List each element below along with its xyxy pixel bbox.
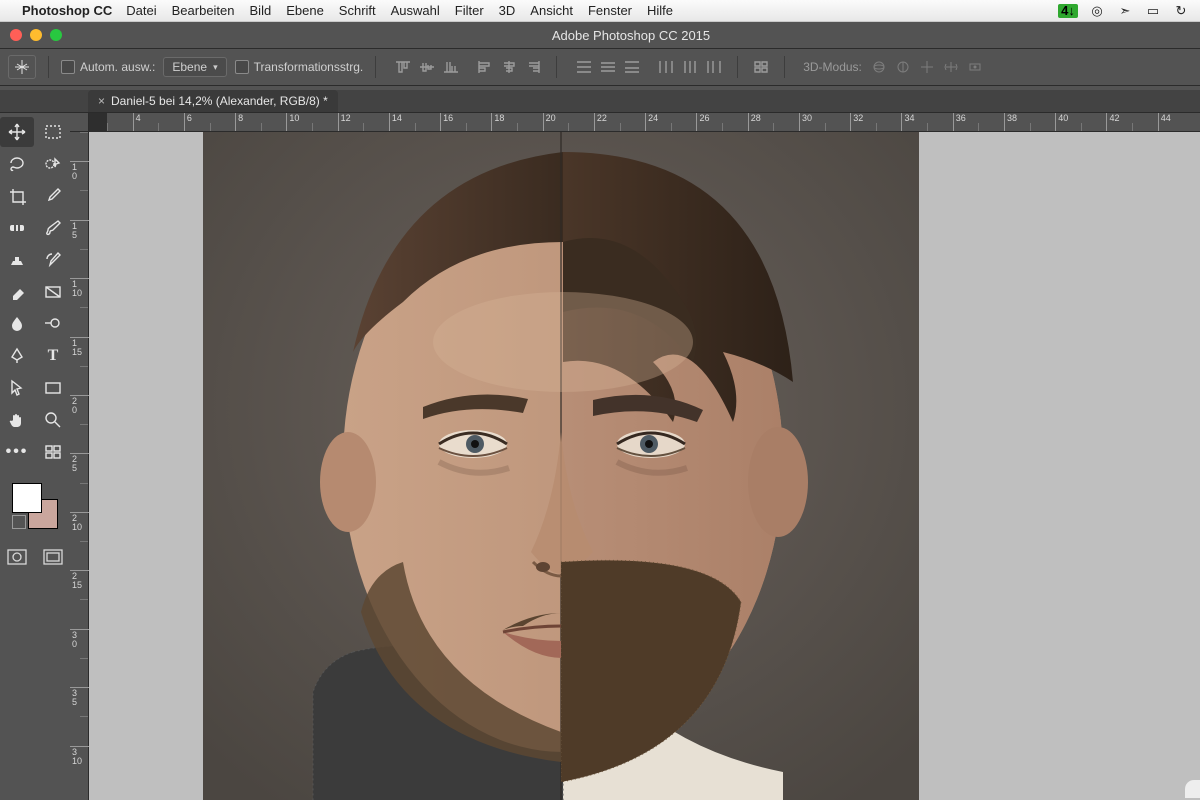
distribute-hcenter-icon[interactable] — [679, 57, 701, 77]
ruler-origin[interactable] — [70, 113, 89, 132]
scale-3d-icon[interactable] — [966, 58, 984, 76]
menu-datei[interactable]: Datei — [126, 3, 156, 18]
menubar-tray: 4↓ ◎ ➣ ▭ ↻ — [1058, 4, 1190, 18]
document-area: 468101214161820222426283032343638404244 … — [70, 113, 1200, 800]
tray-app-icon[interactable]: ◎ — [1088, 4, 1106, 18]
photoshop-window: Adobe Photoshop CC 2015 Autom. ausw.: Eb… — [0, 22, 1200, 800]
vertical-ruler[interactable]: 101511011520252102153035310 — [70, 132, 89, 800]
more-tools[interactable]: ••• — [0, 437, 34, 467]
options-bar: Autom. ausw.: Ebene ▾ Transformationsstr… — [0, 49, 1200, 86]
eraser-tool[interactable] — [0, 277, 34, 307]
crop-tool[interactable] — [0, 181, 34, 211]
document-tab[interactable]: × Daniel-5 bei 14,2% (Alexander, RGB/8) … — [88, 90, 338, 112]
window-zoom-button[interactable] — [50, 29, 62, 41]
tools-panel: T ••• — [0, 113, 70, 800]
mode-3d-label: 3D-Modus: — [803, 60, 862, 74]
canvas[interactable] — [203, 132, 919, 800]
path-selection-tool[interactable] — [0, 373, 34, 403]
document-tab-label: Daniel-5 bei 14,2% (Alexander, RGB/8) * — [111, 94, 328, 108]
healing-brush-tool[interactable] — [0, 213, 34, 243]
default-colors-icon[interactable] — [12, 515, 26, 529]
distribute-top-icon[interactable] — [573, 57, 595, 77]
auto-select-target-value: Ebene — [172, 60, 207, 74]
menu-bearbeiten[interactable]: Bearbeiten — [172, 3, 235, 18]
menu-3d[interactable]: 3D — [499, 3, 516, 18]
align-left-icon[interactable] — [474, 57, 496, 77]
menu-fenster[interactable]: Fenster — [588, 3, 632, 18]
window-close-button[interactable] — [10, 29, 22, 41]
align-vcenter-icon[interactable] — [416, 57, 438, 77]
zoom-tool[interactable] — [36, 405, 70, 435]
clone-stamp-tool[interactable] — [0, 245, 34, 275]
distribute-vcenter-icon[interactable] — [597, 57, 619, 77]
menu-auswahl[interactable]: Auswahl — [391, 3, 440, 18]
type-tool[interactable]: T — [36, 341, 70, 371]
menu-hilfe[interactable]: Hilfe — [647, 3, 673, 18]
pan-3d-icon[interactable] — [918, 58, 936, 76]
dodge-tool[interactable] — [36, 309, 70, 339]
tray-display-icon[interactable]: ▭ — [1144, 4, 1162, 18]
history-brush-tool[interactable] — [36, 245, 70, 275]
pen-tool[interactable] — [0, 341, 34, 371]
app-menu[interactable]: Photoshop CC — [22, 3, 112, 18]
resize-corner-icon[interactable] — [1185, 780, 1200, 798]
color-swatches[interactable] — [12, 483, 58, 529]
tray-timemachine-icon[interactable]: ↻ — [1172, 4, 1190, 18]
distribute-right-icon[interactable] — [703, 57, 725, 77]
window-titlebar: Adobe Photoshop CC 2015 — [0, 22, 1200, 49]
menu-ebene[interactable]: Ebene — [286, 3, 324, 18]
rectangular-marquee-tool[interactable] — [36, 117, 70, 147]
horizontal-ruler[interactable]: 468101214161820222426283032343638404244 — [107, 113, 1200, 132]
tray-arrow-icon[interactable]: ➣ — [1116, 4, 1134, 18]
menu-bild[interactable]: Bild — [250, 3, 272, 18]
quick-selection-tool[interactable] — [36, 149, 70, 179]
portrait-image — [203, 132, 919, 800]
distribute-bottom-icon[interactable] — [621, 57, 643, 77]
tray-download-indicator-icon[interactable]: 4↓ — [1058, 4, 1078, 18]
chevron-down-icon: ▾ — [213, 62, 218, 73]
brush-tool[interactable] — [36, 213, 70, 243]
align-top-icon[interactable] — [392, 57, 414, 77]
window-title: Adobe Photoshop CC 2015 — [62, 28, 1200, 43]
gradient-tool[interactable] — [36, 277, 70, 307]
hand-tool[interactable] — [0, 405, 34, 435]
auto-select-label: Autom. ausw.: — [80, 60, 155, 74]
swap-colors-icon[interactable] — [46, 483, 58, 495]
move-tool[interactable] — [0, 117, 34, 147]
active-tool-preset-icon[interactable] — [8, 55, 36, 79]
close-tab-icon[interactable]: × — [98, 94, 105, 108]
auto-select-target-dropdown[interactable]: Ebene ▾ — [163, 57, 226, 77]
rectangle-shape-tool[interactable] — [36, 373, 70, 403]
align-hcenter-icon[interactable] — [498, 57, 520, 77]
document-tab-bar: × Daniel-5 bei 14,2% (Alexander, RGB/8) … — [0, 90, 1200, 113]
auto-select-checkbox[interactable]: Autom. ausw.: — [61, 60, 155, 74]
lasso-tool[interactable] — [0, 149, 34, 179]
quick-mask-icon[interactable] — [7, 549, 27, 570]
blur-tool[interactable] — [0, 309, 34, 339]
align-buttons-group — [392, 57, 462, 77]
screen-mode-icon[interactable] — [43, 549, 63, 570]
eyedropper-tool[interactable] — [36, 181, 70, 211]
align-bottom-icon[interactable] — [440, 57, 462, 77]
transform-controls-label: Transformationsstrg. — [254, 60, 364, 74]
window-minimize-button[interactable] — [30, 29, 42, 41]
orbit-3d-icon[interactable] — [870, 58, 888, 76]
transform-controls-checkbox[interactable]: Transformationsstrg. — [235, 60, 364, 74]
menu-filter[interactable]: Filter — [455, 3, 484, 18]
distribute-left-icon[interactable] — [655, 57, 677, 77]
slide-3d-icon[interactable] — [942, 58, 960, 76]
menu-schrift[interactable]: Schrift — [339, 3, 376, 18]
macos-menubar: Photoshop CC Datei Bearbeiten Bild Ebene… — [0, 0, 1200, 22]
canvas-pasteboard[interactable] — [89, 132, 1200, 800]
align-right-icon[interactable] — [522, 57, 544, 77]
mode-3d-icons — [870, 58, 984, 76]
auto-align-icon[interactable] — [750, 57, 772, 77]
edit-toolbar-icon[interactable] — [36, 437, 70, 467]
roll-3d-icon[interactable] — [894, 58, 912, 76]
menu-ansicht[interactable]: Ansicht — [530, 3, 573, 18]
foreground-color-swatch[interactable] — [12, 483, 42, 513]
